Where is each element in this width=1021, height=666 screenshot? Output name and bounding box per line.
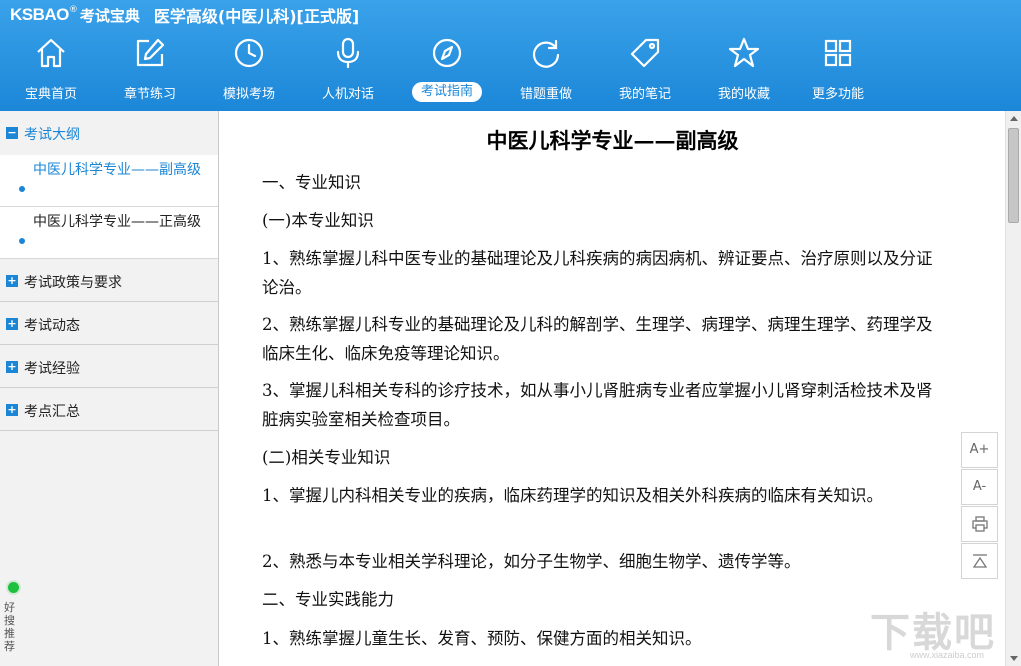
bullet-icon bbox=[19, 238, 25, 244]
sidebar-section-key-points[interactable]: + 考点汇总 bbox=[0, 388, 218, 431]
paragraph: 3、掌握儿科相关专科的诊疗技术，如从事小儿肾脏病专业者应掌握小儿肾穿刺活检技术及… bbox=[262, 381, 933, 429]
header-bar: KSBAO ® 考试宝典 医学高级(中医儿科)[正式版] 宝典首页 章节练习 模… bbox=[0, 0, 1021, 111]
print-button[interactable] bbox=[961, 506, 998, 542]
tag-icon bbox=[630, 38, 660, 68]
tool-label: 错题重做 bbox=[519, 87, 572, 102]
sidebar-section-policy[interactable]: + 考试政策与要求 bbox=[0, 259, 218, 302]
tool-exam-guide[interactable]: 考试指南 bbox=[397, 30, 497, 108]
title-row: KSBAO ® 考试宝典 医学高级(中医儿科)[正式版] bbox=[10, 4, 359, 26]
tool-label: 章节练习 bbox=[123, 87, 176, 102]
subheading-own-specialty: (一)本专业知识 bbox=[262, 211, 374, 230]
sidebar-item-associate-senior[interactable]: 中医儿科学专业——副高级 bbox=[0, 155, 218, 207]
tool-my-notes[interactable]: 我的笔记 bbox=[595, 30, 695, 108]
tool-home[interactable]: 宝典首页 bbox=[1, 30, 101, 108]
grid-icon bbox=[824, 39, 852, 67]
sidebar-section-exam-outline[interactable]: − 考试大纲 bbox=[0, 111, 218, 155]
tool-label: 宝典首页 bbox=[24, 87, 77, 102]
logo-registered-mark: ® bbox=[68, 5, 78, 15]
microphone-icon bbox=[336, 37, 360, 69]
floating-tool-panel: A+ A- bbox=[961, 432, 998, 580]
compass-icon bbox=[432, 38, 462, 68]
sidebar-item-label: 中医儿科学专业——副高级 bbox=[33, 162, 201, 178]
document-title: 中医儿科学专业——副高级 bbox=[486, 128, 739, 153]
tool-dialogue[interactable]: 人机对话 bbox=[298, 30, 398, 108]
refresh-icon bbox=[532, 39, 560, 68]
bullet-icon bbox=[19, 186, 25, 192]
scroll-thumb[interactable] bbox=[1008, 128, 1019, 223]
status-dot-icon bbox=[8, 582, 19, 593]
heading-practical-ability: 二、专业实践能力 bbox=[262, 590, 394, 609]
tool-mock-exam[interactable]: 模拟考场 bbox=[199, 30, 299, 108]
tool-label: 人机对话 bbox=[321, 87, 374, 102]
sidebar: − 考试大纲 中医儿科学专业——副高级 中医儿科学专业——正高级 + 考试政策与… bbox=[0, 111, 219, 666]
tool-more-functions[interactable]: 更多功能 bbox=[788, 30, 888, 108]
tool-label: 我的笔记 bbox=[618, 87, 671, 102]
font-decrease-button[interactable]: A- bbox=[961, 469, 998, 505]
tool-label: 模拟考场 bbox=[222, 87, 275, 102]
sidebar-section-label: 考试经验 bbox=[24, 361, 80, 377]
star-icon bbox=[728, 37, 760, 68]
sidebar-item-senior[interactable]: 中医儿科学专业——正高级 bbox=[0, 207, 218, 259]
paragraph: 1、掌握儿内科相关专业的疾病，临床药理学的知识及相关外科疾病的临床有关知识。 bbox=[262, 486, 883, 505]
printer-icon bbox=[971, 516, 988, 532]
sidebar-section-label: 考点汇总 bbox=[24, 404, 80, 420]
recommend-label: 好搜推荐 bbox=[4, 601, 15, 653]
paragraph: 2、熟悉与本专业相关学科理论，如分子生物学、细胞生物学、遗传学等。 bbox=[262, 552, 801, 571]
font-increase-button[interactable]: A+ bbox=[961, 432, 998, 468]
back-to-top-button[interactable] bbox=[961, 543, 998, 579]
main-toolbar: 宝典首页 章节练习 模拟考场 人机对话 考试指南 错题重做 我的笔记 我的收藏 … bbox=[0, 30, 1021, 108]
document-content: 中医儿科学专业——副高级 一、专业知识 (一)本专业知识 1、熟练掌握儿科中医专… bbox=[220, 111, 1005, 666]
paragraph: 1、熟练掌握儿科中医专业的基础理论及儿科疾病的病因病机、辨证要点、治疗原则以及分… bbox=[262, 249, 933, 297]
site-watermark: 下载吧 www.xiazaiba.com bbox=[870, 596, 1010, 662]
app-window: KSBAO ® 考试宝典 医学高级(中医儿科)[正式版] 宝典首页 章节练习 模… bbox=[0, 0, 1021, 666]
sidebar-section-label: 考试政策与要求 bbox=[24, 275, 122, 291]
sidebar-section-experience[interactable]: + 考试经验 bbox=[0, 345, 218, 388]
paragraph: 1、熟练掌握儿童生长、发育、预防、保健方面的相关知识。 bbox=[262, 629, 702, 648]
sidebar-item-label: 中医儿科学专业——正高级 bbox=[33, 214, 201, 230]
app-title: 医学高级(中医儿科)[正式版] bbox=[153, 7, 360, 26]
expand-icon: + bbox=[6, 360, 18, 373]
clock-icon bbox=[234, 38, 264, 68]
expand-icon: + bbox=[6, 317, 18, 330]
tool-my-favorites[interactable]: 我的收藏 bbox=[694, 30, 794, 108]
expand-icon: + bbox=[6, 274, 18, 287]
logo-ksbao: KSBAO bbox=[10, 5, 69, 24]
sidebar-section-label: 考试大纲 bbox=[24, 127, 80, 143]
recommend-widget[interactable]: 好搜推荐 bbox=[0, 577, 22, 666]
heading-professional-knowledge: 一、专业知识 bbox=[262, 173, 361, 192]
logo-chinese: 考试宝典 bbox=[79, 6, 140, 25]
back-to-top-icon bbox=[972, 554, 987, 568]
paragraph: 2、熟练掌握儿科专业的基础理论及儿科的解剖学、生理学、病理学、病理生理学、药理学… bbox=[262, 315, 933, 363]
tool-chapter-practice[interactable]: 章节练习 bbox=[100, 30, 200, 108]
watermark-url: www.xiazaiba.com bbox=[910, 650, 985, 660]
tool-label: 更多功能 bbox=[811, 87, 864, 102]
scroll-up-arrow-icon[interactable] bbox=[1006, 111, 1021, 127]
edit-icon bbox=[136, 38, 165, 67]
tool-label: 考试指南 bbox=[412, 82, 482, 102]
tool-redo-errors[interactable]: 错题重做 bbox=[496, 30, 596, 108]
home-icon bbox=[37, 38, 65, 68]
tool-label: 我的收藏 bbox=[717, 87, 770, 102]
sidebar-section-news[interactable]: + 考试动态 bbox=[0, 302, 218, 345]
expand-icon: + bbox=[6, 403, 18, 416]
subheading-related-specialty: (二)相关专业知识 bbox=[262, 448, 391, 467]
sidebar-section-label: 考试动态 bbox=[24, 318, 80, 334]
vertical-scrollbar[interactable] bbox=[1005, 111, 1021, 666]
collapse-icon: − bbox=[6, 126, 18, 139]
